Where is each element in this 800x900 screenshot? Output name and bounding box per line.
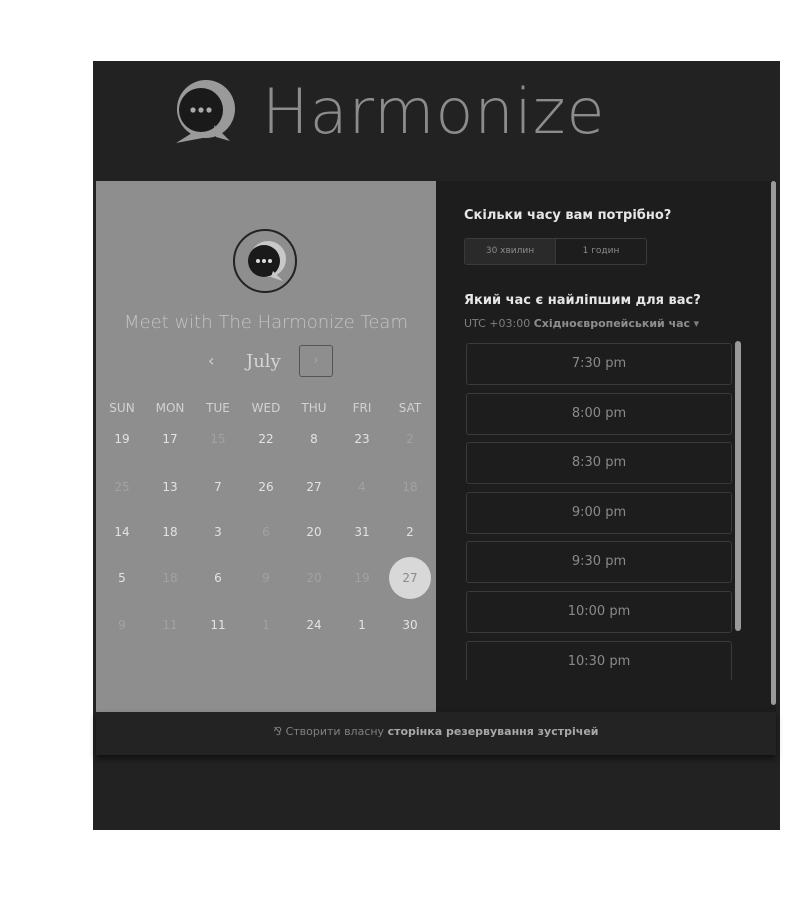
calendar-day[interactable]: 30 (386, 605, 434, 645)
sprocket-icon: ⅋ (273, 725, 283, 738)
weekday-header: SUN (109, 401, 135, 415)
weekday-header: TUE (206, 401, 230, 415)
chat-bubble-icon (248, 241, 286, 281)
weekday-header: MON (155, 401, 185, 415)
calendar-day[interactable]: 24 (290, 605, 338, 645)
time-slot-button[interactable]: 10:30 pm (466, 640, 732, 680)
calendar-day[interactable]: 13 (146, 467, 194, 507)
calendar-day[interactable]: 3 (194, 512, 242, 552)
calendar-day[interactable]: 5 (98, 558, 146, 598)
previous-month-button[interactable]: ‹ (208, 351, 214, 370)
panel-scrollbar[interactable] (771, 181, 776, 705)
booking-panel: Скільки часу вам потрібно? 30 хвилин 1 г… (436, 181, 776, 712)
time-slot-button[interactable]: 8:30 pm (466, 442, 732, 485)
calendar-day: 2 (406, 432, 414, 446)
calendar-day[interactable]: 19 (98, 419, 146, 459)
time-slot-scrollbar[interactable] (735, 341, 741, 631)
duration-question: Скільки часу вам потрібно? (464, 208, 672, 223)
calendar-day[interactable]: 7 (194, 467, 242, 507)
calendar-day[interactable]: 11 (194, 605, 242, 645)
calendar-day[interactable]: 8 (290, 419, 338, 459)
calendar-day[interactable]: 20 (290, 512, 338, 552)
calendar-day: 18 (162, 571, 178, 585)
calendar-day: 9 (262, 571, 270, 585)
calendar-day: 6 (262, 525, 270, 539)
time-slot-button[interactable]: 10:00 pm (466, 590, 732, 633)
calendar-day: 20 (306, 571, 322, 585)
timezone-offset: UTC +03:00 (464, 317, 531, 330)
create-booking-page-link[interactable]: сторінка резервування зустрічей (388, 725, 599, 738)
weekday-header: WED (251, 401, 281, 415)
calendar-day: 19 (354, 571, 370, 585)
calendar-day: 25 (114, 480, 130, 494)
meeting-title: Meet with The Harmonize Team (124, 312, 408, 333)
calendar-panel: Meet with The Harmonize Team ‹ July › SU… (96, 181, 436, 712)
duration-1-hour-option[interactable]: 1 годин (556, 239, 646, 264)
chevron-down-icon: ▾ (693, 317, 700, 330)
duration-toggle: 30 хвилин 1 годин (464, 238, 647, 265)
calendar-day: 1 (262, 618, 270, 632)
calendar-day: 15 (210, 432, 226, 446)
calendar-day[interactable]: 27 (290, 467, 338, 507)
selected-day[interactable]: 27 (389, 557, 431, 599)
footer-prefix: Створити власну (285, 725, 385, 738)
time-slot-button[interactable]: 7:30 pm (466, 343, 732, 385)
time-slot-list: 7:30 pm 8:00 pm 8:30 pm 9:00 pm 9:30 pm 10:00… (466, 343, 732, 680)
weekday-header: FRI (352, 401, 372, 415)
calendar-day: 9 (118, 618, 126, 632)
calendar-day[interactable]: 6 (194, 558, 242, 598)
brand-name: Harmonize (262, 75, 606, 148)
chat-bubble-logo-icon (176, 80, 235, 143)
timezone-dropdown[interactable]: UTC +03:00 Східноєвропейський час ▾ (464, 317, 699, 330)
footer-banner: ⅋ Створити власну сторінка резервування … (96, 712, 776, 755)
calendar-day[interactable]: 17 (146, 419, 194, 459)
weekday-header: THU (301, 401, 327, 415)
calendar-day[interactable]: 1 (338, 605, 386, 645)
weekday-header: SAT (398, 401, 422, 415)
time-question: Який час є найліпшим для вас? (464, 293, 701, 308)
calendar-day[interactable]: 14 (98, 512, 146, 552)
calendar-day: 11 (162, 618, 178, 632)
calendar-day[interactable]: 26 (242, 467, 290, 507)
month-label: July (246, 351, 281, 372)
calendar-day: 18 (402, 480, 418, 494)
duration-30-min-option[interactable]: 30 хвилин (465, 239, 556, 264)
brand-logo: Harmonize (168, 72, 606, 152)
calendar-day[interactable]: 18 (146, 512, 194, 552)
time-slot-button[interactable]: 9:30 pm (466, 541, 732, 584)
calendar-day[interactable]: 2 (386, 512, 434, 552)
calendar-day[interactable]: 31 (338, 512, 386, 552)
timezone-name: Східноєвропейський час (533, 317, 691, 330)
team-avatar (233, 229, 297, 293)
calendar-day: 4 (358, 480, 366, 494)
time-slot-button[interactable]: 9:00 pm (466, 491, 732, 534)
calendar-day[interactable]: 22 (242, 419, 290, 459)
calendar-day[interactable]: 23 (338, 419, 386, 459)
time-slot-button[interactable]: 8:00 pm (466, 392, 732, 435)
next-month-button[interactable]: › (299, 345, 333, 377)
month-navigation: ‹ July › (96, 345, 436, 379)
